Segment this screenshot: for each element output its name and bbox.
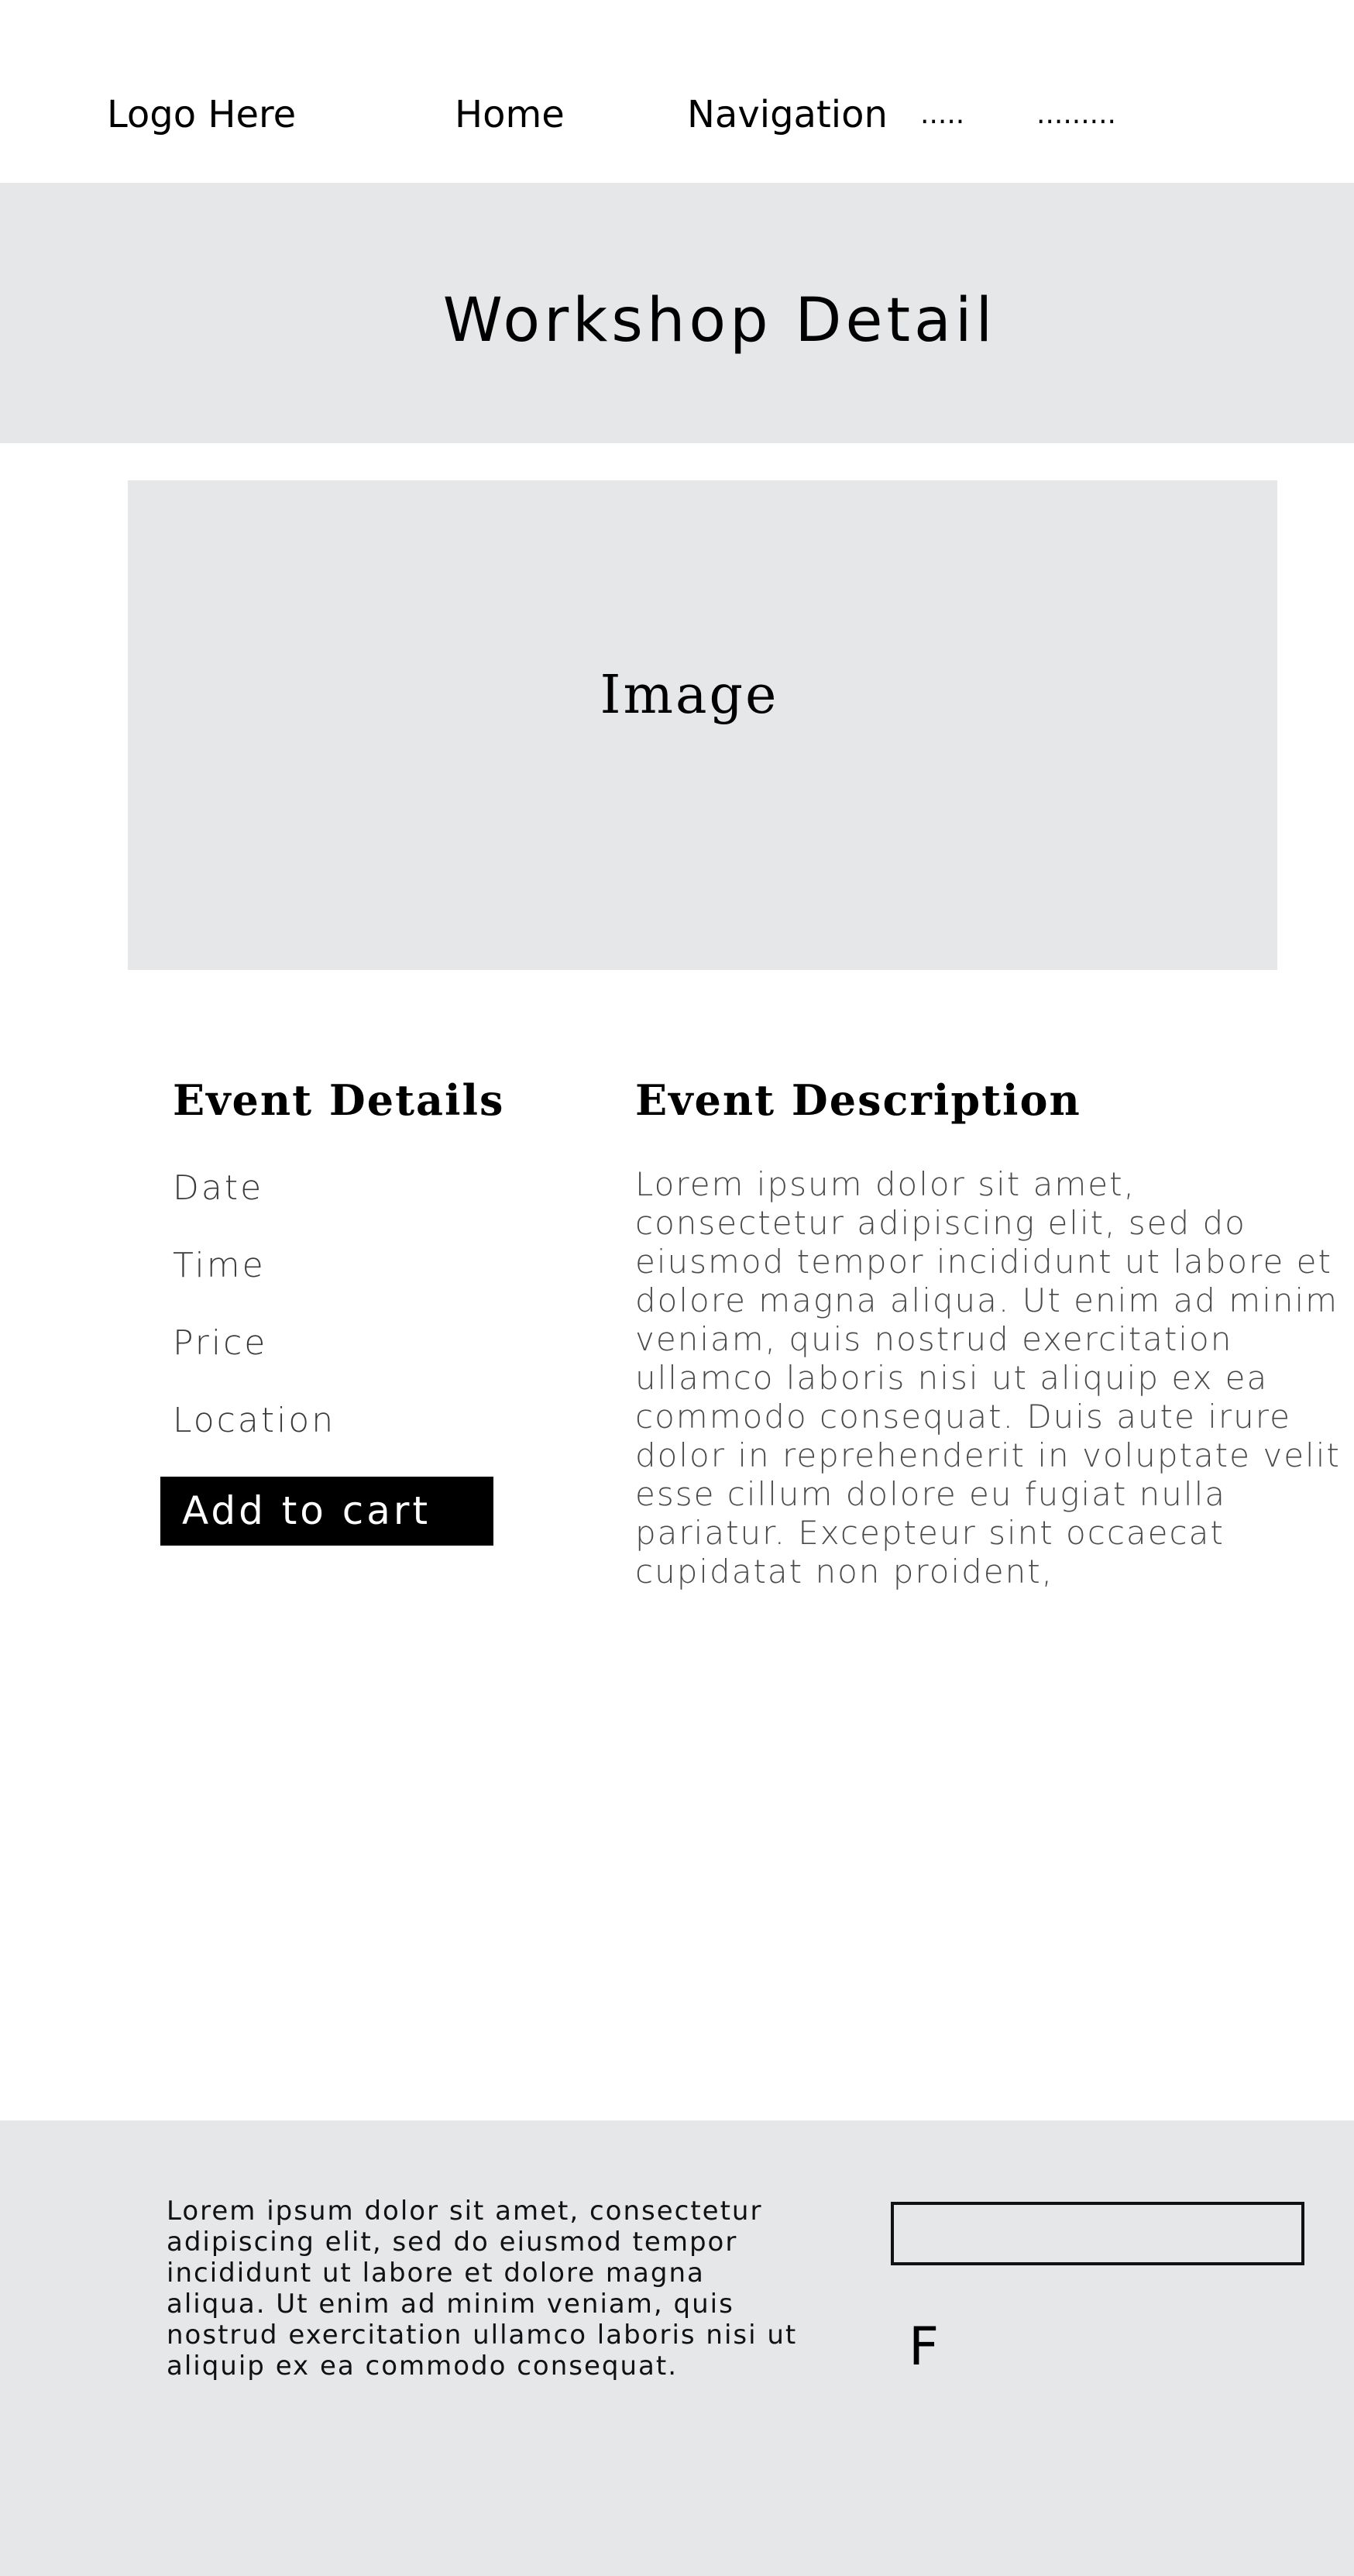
event-description-text: Lorem ipsum dolor sit amet, consectetur … bbox=[635, 1165, 1341, 1591]
event-date-label: Date bbox=[173, 1168, 264, 1208]
top-navigation: Logo Here Home Navigation ..... ........… bbox=[0, 0, 1354, 183]
nav-more-link-2[interactable]: ......... bbox=[1036, 91, 1116, 138]
event-details-panel: Event Details Date Time Price Location bbox=[173, 1069, 607, 1440]
nav-navigation-link[interactable]: Navigation bbox=[687, 91, 888, 138]
event-description-heading: Event Description bbox=[635, 1075, 1081, 1125]
footer-input-field[interactable] bbox=[891, 2202, 1304, 2265]
nav-more-link-1[interactable]: ..... bbox=[920, 91, 964, 138]
image-placeholder-label: Image bbox=[600, 665, 779, 726]
event-description-panel: Event Description Lorem ipsum dolor sit … bbox=[635, 1069, 1354, 1591]
add-to-cart-button[interactable]: Add to cart bbox=[160, 1477, 493, 1546]
event-details-heading: Event Details bbox=[173, 1075, 505, 1125]
page-title: Workshop Detail bbox=[442, 286, 997, 356]
facebook-link[interactable]: F bbox=[909, 2316, 939, 2378]
workshop-image-placeholder: Image bbox=[128, 480, 1277, 970]
event-price-label: Price bbox=[173, 1323, 268, 1363]
event-time-label: Time bbox=[173, 1246, 266, 1285]
page-footer: Lorem ipsum dolor sit amet, consectetur … bbox=[0, 2120, 1354, 2576]
nav-home-link[interactable]: Home bbox=[455, 91, 565, 138]
page-banner: Workshop Detail bbox=[0, 183, 1354, 443]
logo-link[interactable]: Logo Here bbox=[107, 91, 296, 138]
event-location-label: Location bbox=[173, 1401, 336, 1440]
footer-text: Lorem ipsum dolor sit amet, consectetur … bbox=[167, 2196, 798, 2382]
